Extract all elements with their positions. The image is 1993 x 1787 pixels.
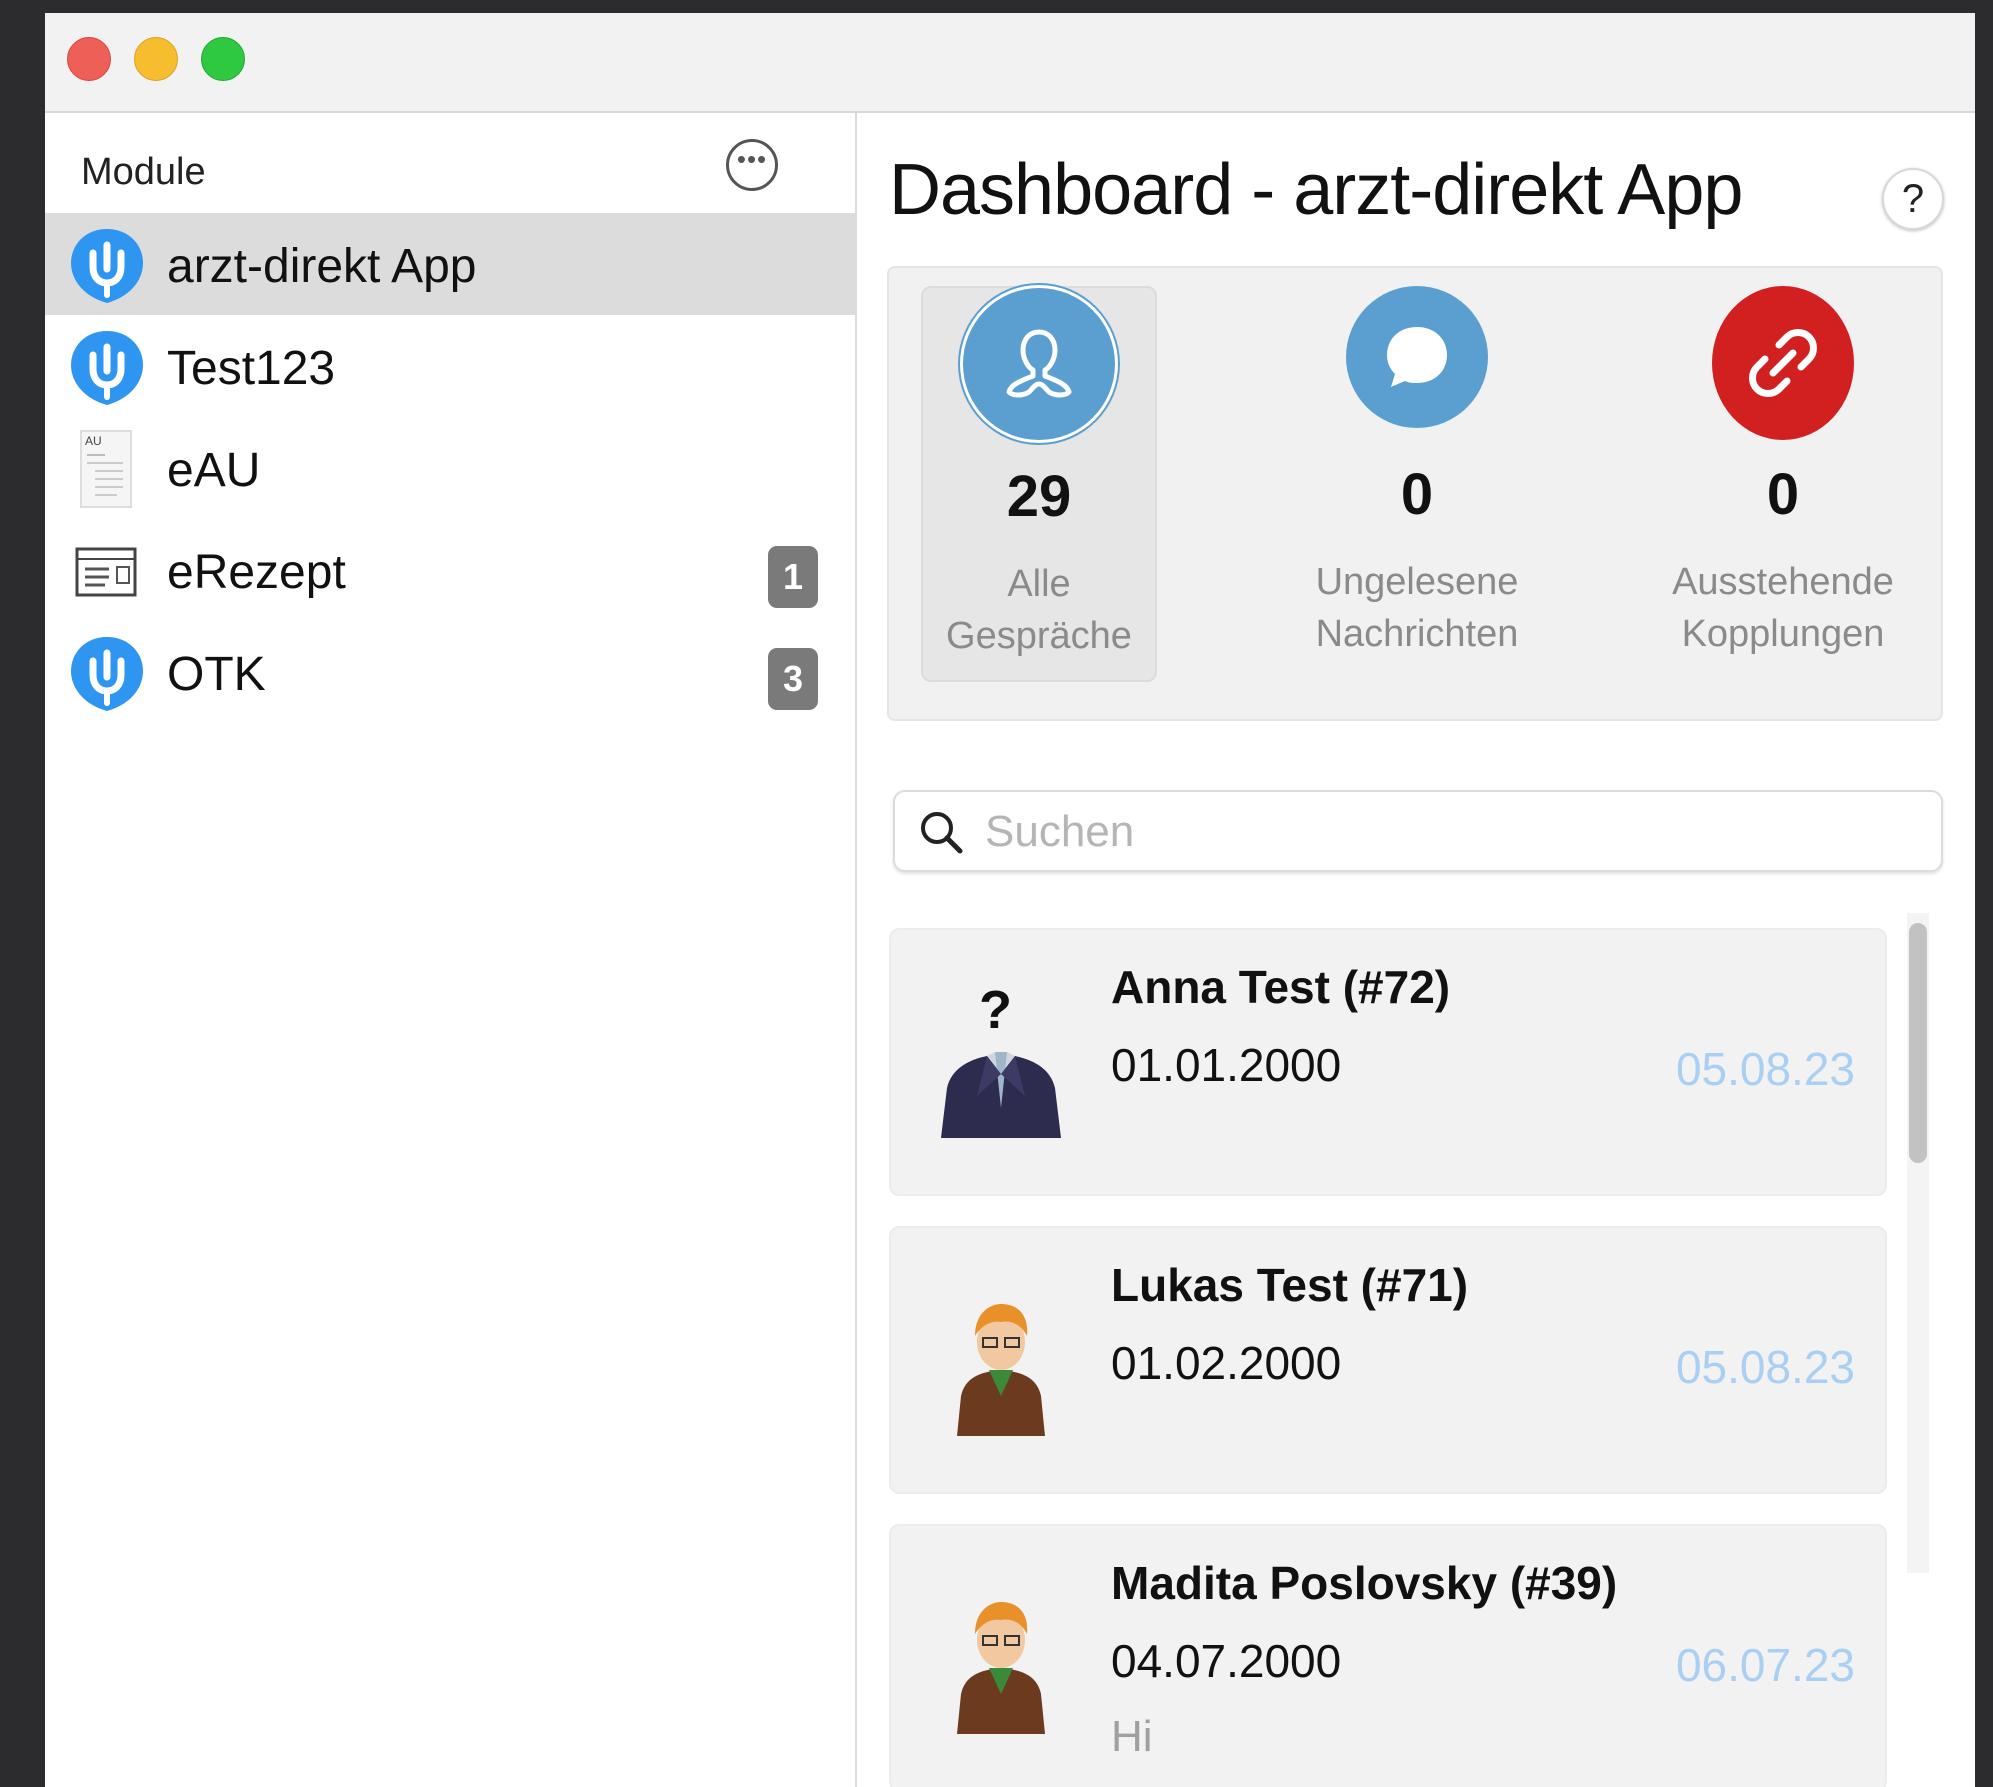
sidebar-item-label: arzt-direkt App: [167, 240, 477, 293]
scrollbar-thumb[interactable]: [1909, 923, 1927, 1163]
patient-name: Anna Test (#72): [1111, 961, 1451, 1013]
search-input[interactable]: [983, 800, 1907, 864]
sidebar: Module ••• arzt-direkt App Test123 AU eA…: [45, 113, 857, 1787]
close-window-button[interactable]: [67, 37, 111, 81]
au-document-icon: AU: [80, 430, 132, 508]
stat-all-conversations[interactable]: 29 Alle Gespräche: [921, 286, 1157, 682]
stat-value: 29: [1006, 464, 1072, 529]
arzt-direkt-logo-icon: [71, 229, 143, 303]
sidebar-item-label: eAU: [167, 444, 261, 497]
patient-name: Madita Poslovsky (#39): [1111, 1557, 1618, 1609]
stat-pending-pairings[interactable]: 0 Ausstehende Kopplungen: [1665, 286, 1901, 682]
stat-value: 0: [1400, 462, 1434, 527]
stats-panel: 29 Alle Gespräche 0 Ungelesene Nachricht…: [887, 266, 1943, 721]
more-options-button[interactable]: •••: [726, 139, 778, 191]
chat-bubble-icon: [1346, 286, 1488, 428]
last-message-date: 06.07.23: [1675, 1639, 1855, 1691]
person-icon: [963, 288, 1115, 440]
link-icon: [1712, 286, 1854, 440]
sidebar-title: Module: [81, 151, 206, 193]
patient-birthdate: 04.07.2000: [1111, 1635, 1342, 1687]
conversation-card[interactable]: Madita Poslovsky (#39) 04.07.2000 06.07.…: [889, 1524, 1887, 1787]
stat-value: 0: [1766, 462, 1800, 527]
module-list: arzt-direkt App Test123 AU eAU eRezept 1…: [45, 213, 855, 723]
app-window: Module ••• arzt-direkt App Test123 AU eA…: [45, 13, 1975, 1787]
main-content: Dashboard - arzt-direkt App ? 29 Alle Ge…: [857, 113, 1975, 1787]
sidebar-item-label: eRezept: [167, 546, 346, 599]
sidebar-item-otk[interactable]: OTK 3: [45, 621, 855, 723]
prescription-icon: [75, 547, 137, 597]
conversation-scrollbar[interactable]: [1907, 913, 1929, 1573]
person-avatar-icon: [957, 1304, 1045, 1436]
stat-label: Alle Gespräche: [946, 563, 1132, 657]
unread-count-badge: 1: [768, 546, 818, 608]
arzt-direkt-logo-icon: [71, 637, 143, 711]
minimize-window-button[interactable]: [134, 37, 178, 81]
sidebar-item-arzt-direkt-app[interactable]: arzt-direkt App: [45, 213, 855, 315]
ellipsis-circle-icon: •••: [736, 144, 768, 174]
unread-count-badge: 3: [768, 648, 818, 710]
last-message-date: 05.08.23: [1675, 1043, 1855, 1095]
svg-text:?: ?: [979, 980, 1012, 1040]
sidebar-item-eau[interactable]: AU eAU: [45, 417, 855, 519]
page-title: Dashboard - arzt-direkt App: [889, 150, 1743, 230]
stat-unread-messages[interactable]: 0 Ungelesene Nachrichten: [1299, 286, 1535, 682]
sidebar-item-test123[interactable]: Test123: [45, 315, 855, 417]
patient-birthdate: 01.02.2000: [1111, 1337, 1342, 1389]
sidebar-item-label: Test123: [167, 342, 336, 395]
conversation-card[interactable]: ? Anna Test (#72) 01.01.2000 05.08.23: [889, 928, 1887, 1196]
sidebar-header: Module •••: [45, 113, 855, 213]
search-field[interactable]: [893, 790, 1943, 872]
stat-label: Ungelesene Nachrichten: [1315, 561, 1519, 655]
last-message-date: 05.08.23: [1675, 1341, 1855, 1393]
arzt-direkt-logo-icon: [71, 331, 143, 405]
message-preview: Hi: [1111, 1712, 1153, 1761]
sidebar-item-label: OTK: [167, 648, 266, 701]
conversation-card[interactable]: Lukas Test (#71) 01.02.2000 05.08.23: [889, 1226, 1887, 1494]
person-avatar-icon: [957, 1602, 1045, 1734]
zoom-window-button[interactable]: [201, 37, 245, 81]
unknown-person-avatar-icon: ?: [941, 980, 1061, 1138]
sidebar-item-erezept[interactable]: eRezept 1: [45, 519, 855, 621]
stat-label: Ausstehende Kopplungen: [1672, 561, 1894, 655]
patient-name: Lukas Test (#71): [1111, 1259, 1469, 1311]
patient-birthdate: 01.01.2000: [1111, 1039, 1342, 1091]
svg-text:AU: AU: [85, 434, 102, 448]
help-button[interactable]: ?: [1882, 168, 1944, 230]
search-icon: [921, 812, 963, 854]
title-bar: [45, 13, 1975, 113]
